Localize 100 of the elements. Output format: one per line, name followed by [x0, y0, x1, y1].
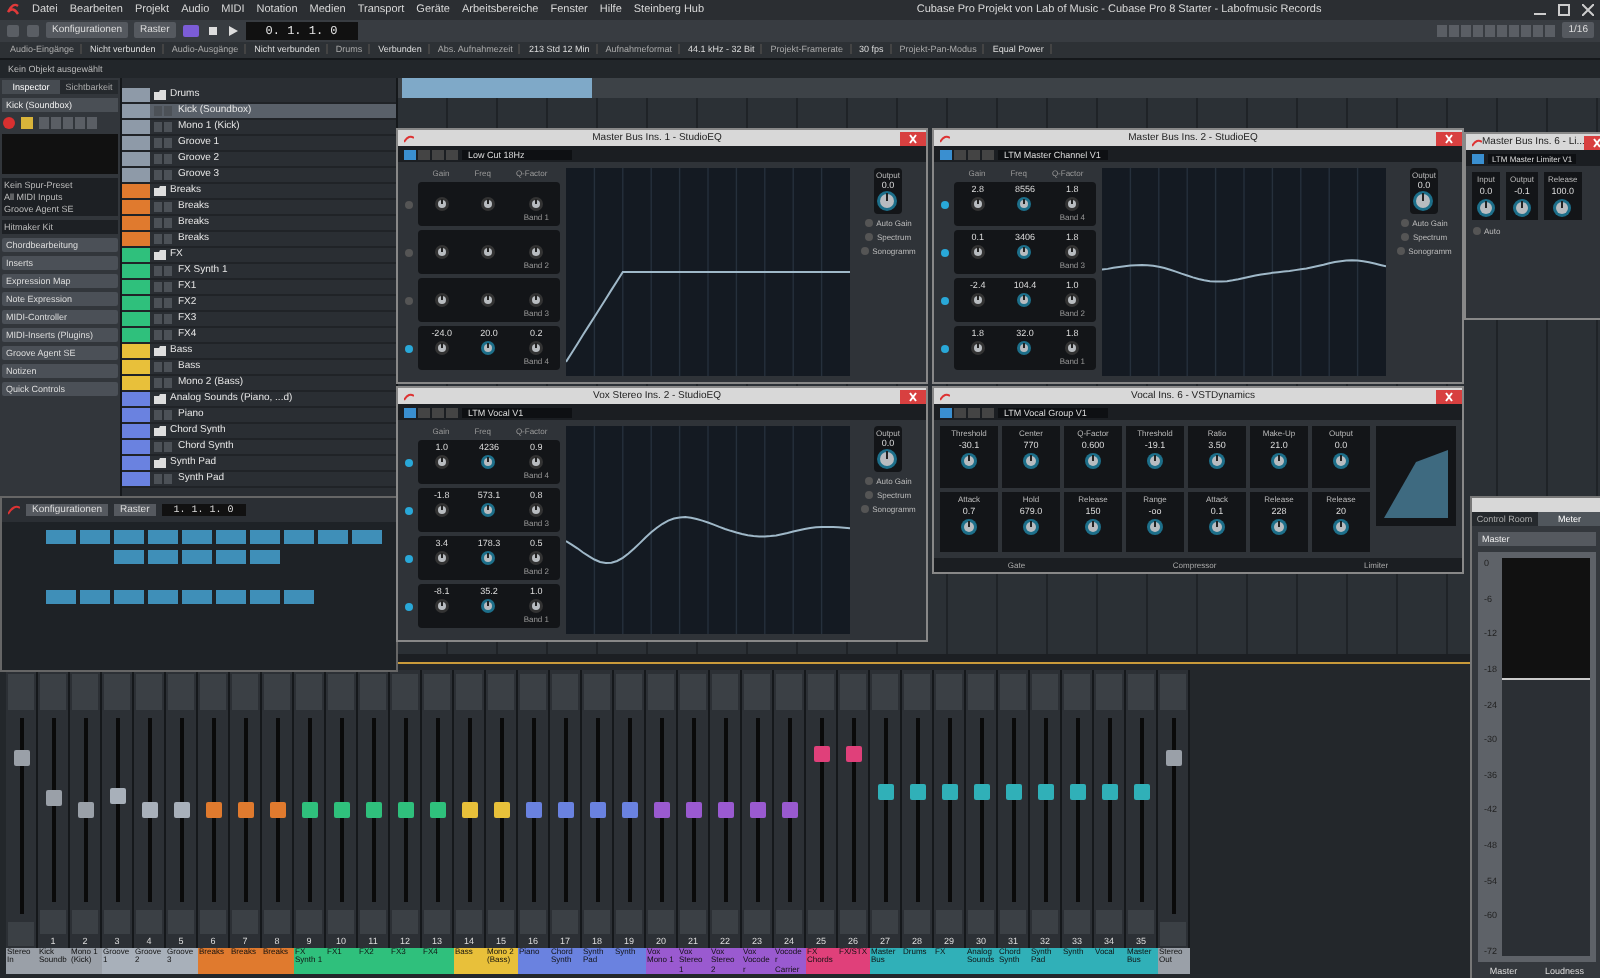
channel-buttons[interactable]: [520, 910, 546, 935]
knob-icon[interactable]: [1552, 198, 1573, 218]
eq-graph[interactable]: [566, 426, 850, 634]
knob-icon[interactable]: [480, 597, 497, 613]
insert-slots[interactable]: [520, 673, 546, 710]
mute-solo-icon[interactable]: [154, 377, 174, 388]
channel-buttons[interactable]: [1000, 910, 1026, 935]
bypass-icons-drawing[interactable]: [404, 407, 458, 417]
band-toggle-icon[interactable]: [404, 553, 414, 563]
knob-icon[interactable]: [433, 549, 450, 565]
insert-slots[interactable]: [264, 673, 290, 710]
pattern-block[interactable]: [216, 550, 246, 564]
insert-slots[interactable]: [200, 673, 226, 710]
insert-slots[interactable]: [424, 673, 450, 710]
insert-slots[interactable]: [456, 673, 482, 710]
toggle-icons-drawing[interactable]: [38, 115, 98, 130]
fader-handle[interactable]: [110, 787, 126, 804]
channel-buttons[interactable]: [872, 910, 898, 935]
mute-solo-icon[interactable]: [154, 441, 174, 452]
knob-icon[interactable]: [528, 195, 545, 211]
mute-solo-icon[interactable]: [154, 121, 174, 132]
insert-slots[interactable]: [776, 673, 802, 710]
channel-buttons[interactable]: [1128, 910, 1154, 935]
pattern-block[interactable]: [250, 550, 280, 564]
pattern-block[interactable]: [216, 590, 246, 604]
insert-slots[interactable]: [872, 673, 898, 710]
mute-solo-icon[interactable]: [154, 329, 174, 340]
channel-buttons[interactable]: [680, 910, 706, 935]
channel-buttons[interactable]: [72, 910, 98, 935]
insert-slots[interactable]: [840, 673, 866, 710]
mute-solo-icon[interactable]: [154, 153, 174, 164]
insert-slots[interactable]: [1128, 673, 1154, 710]
knob-icon[interactable]: [528, 291, 545, 307]
insert-slots[interactable]: [168, 673, 194, 710]
fader-handle[interactable]: [782, 802, 798, 818]
knob-icon[interactable]: [1064, 243, 1081, 259]
band-toggle-icon[interactable]: [404, 295, 414, 305]
knob-icon[interactable]: [1084, 452, 1102, 470]
band-toggle-icon[interactable]: [404, 247, 414, 257]
knob-icon[interactable]: [1270, 452, 1288, 470]
mute-solo-icon[interactable]: [154, 265, 174, 276]
insert-slots[interactable]: [1000, 673, 1026, 710]
knob-icon[interactable]: [1064, 339, 1081, 355]
knob-icon[interactable]: [1146, 517, 1164, 535]
channel-buttons[interactable]: [456, 910, 482, 935]
fader-handle[interactable]: [1166, 749, 1182, 766]
insert-slots[interactable]: [968, 673, 994, 710]
knob-icon[interactable]: [1332, 452, 1350, 470]
insert-slots[interactable]: [616, 673, 642, 710]
mute-solo-icon[interactable]: [154, 281, 174, 292]
tool-icons-drawing[interactable]: [1436, 23, 1557, 38]
knob-icon[interactable]: [960, 517, 978, 535]
channel-buttons[interactable]: [776, 910, 802, 935]
band-toggle-icon[interactable]: [404, 343, 414, 353]
channel-buttons[interactable]: [360, 910, 386, 935]
channel-buttons[interactable]: [392, 910, 418, 935]
pattern-block[interactable]: [114, 530, 144, 544]
fader-handle[interactable]: [942, 783, 958, 800]
fader-handle[interactable]: [1038, 783, 1054, 800]
channel-buttons[interactable]: [200, 910, 226, 935]
fader-handle[interactable]: [1006, 783, 1022, 800]
insert-slots[interactable]: [392, 673, 418, 710]
pattern-block[interactable]: [46, 530, 76, 544]
pattern-block[interactable]: [250, 590, 280, 604]
bypass-icons-drawing[interactable]: [1472, 153, 1484, 163]
knob-icon[interactable]: [480, 453, 497, 469]
pattern-block[interactable]: [148, 590, 178, 604]
channel-buttons[interactable]: [232, 910, 258, 935]
knob-icon[interactable]: [969, 243, 986, 259]
knob-icon[interactable]: [433, 291, 450, 307]
insert-slots[interactable]: [1064, 673, 1090, 710]
mute-solo-icon[interactable]: [154, 297, 174, 308]
pattern-block[interactable]: [284, 530, 314, 544]
knob-icon[interactable]: [1512, 198, 1532, 218]
fader-handle[interactable]: [974, 783, 990, 800]
insert-slots[interactable]: [1032, 673, 1058, 710]
close-icon[interactable]: [1436, 389, 1462, 403]
knob-icon[interactable]: [528, 243, 545, 259]
bypass-icons-drawing[interactable]: [940, 407, 994, 417]
channel-buttons[interactable]: [1096, 910, 1122, 935]
knob-icon[interactable]: [1022, 517, 1040, 535]
fader-handle[interactable]: [558, 802, 574, 818]
insert-slots[interactable]: [72, 673, 98, 710]
fader-handle[interactable]: [814, 746, 830, 763]
fader-handle[interactable]: [302, 802, 318, 818]
channel-buttons[interactable]: [1032, 910, 1058, 935]
fader-handle[interactable]: [1134, 783, 1150, 800]
channel-buttons[interactable]: [8, 922, 34, 947]
knob-icon[interactable]: [433, 339, 450, 355]
fader-handle[interactable]: [206, 802, 222, 818]
insert-slots[interactable]: [136, 673, 162, 710]
insert-slots[interactable]: [488, 673, 514, 710]
knob-icon[interactable]: [528, 597, 545, 613]
fader-handle[interactable]: [430, 802, 446, 818]
channel-buttons[interactable]: [264, 910, 290, 935]
mute-solo-icon[interactable]: [154, 313, 174, 324]
insert-slots[interactable]: [648, 673, 674, 710]
pattern-block[interactable]: [182, 530, 212, 544]
stop-icon[interactable]: [205, 23, 220, 38]
band-toggle-icon[interactable]: [940, 343, 950, 353]
